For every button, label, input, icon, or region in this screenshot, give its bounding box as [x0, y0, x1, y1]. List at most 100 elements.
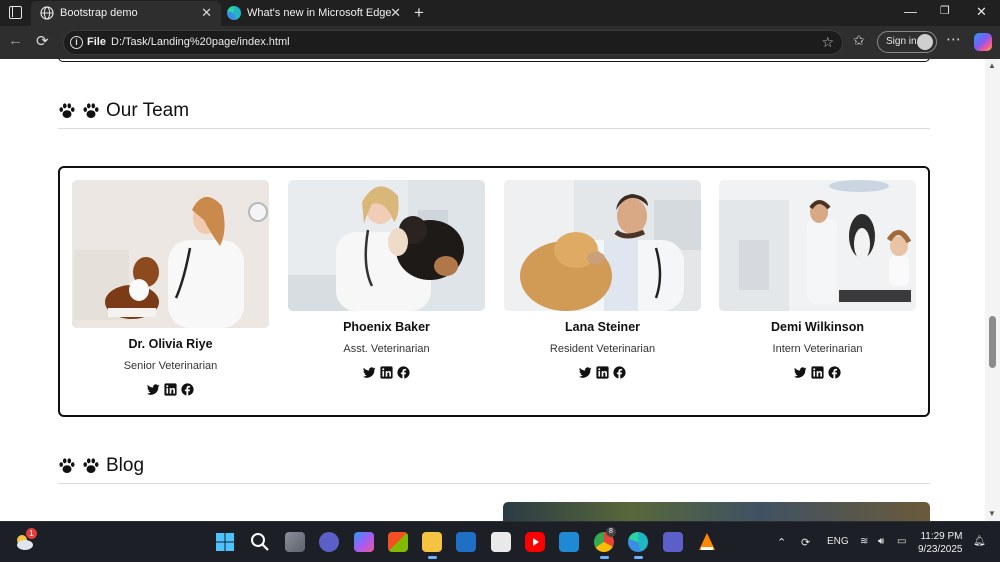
start-icon[interactable]: [215, 532, 235, 552]
globe-icon: [40, 6, 54, 20]
favorite-star-icon[interactable]: ☆: [821, 34, 834, 51]
system-clock[interactable]: 11:29 PM 9/23/2025: [918, 530, 963, 556]
member-photo: [288, 180, 485, 311]
clock-date: 9/23/2025: [918, 544, 963, 555]
windows-taskbar: 1 8 ⌃ ⟳ ENG ≋ 🔊︎ ▭ 11:29 PM 9/23/2025 🔔︎: [0, 521, 1000, 562]
task-view-icon[interactable]: [285, 532, 305, 552]
facebook-icon[interactable]: [613, 366, 626, 379]
sign-in-button[interactable]: Sign in: [877, 31, 937, 53]
browser-title-bar: Bootstrap demo ✕ What's new in Microsoft…: [0, 0, 1000, 26]
refresh-icon[interactable]: ⟳: [36, 32, 49, 50]
info-icon[interactable]: i: [70, 36, 83, 49]
blog-section-title: Blog: [58, 455, 144, 477]
store-icon[interactable]: [388, 532, 408, 552]
browser-toolbar: ← ⟳ i File D:/Task/Landing%20page/index.…: [0, 26, 1000, 59]
blog-post-image[interactable]: [503, 502, 930, 521]
address-bar[interactable]: i File D:/Task/Landing%20page/index.html…: [63, 30, 843, 55]
notification-badge: 1: [26, 528, 37, 539]
linkedin-icon[interactable]: [380, 366, 393, 379]
page-viewport: Our Team Dr. Olivia Riye Senior Veterina…: [0, 59, 985, 521]
facebook-icon[interactable]: [181, 383, 194, 396]
twitter-icon[interactable]: [579, 366, 592, 379]
team-card: Dr. Olivia Riye Senior Veterinarian: [72, 180, 269, 396]
member-role: Asst. Veterinarian: [343, 343, 430, 355]
edge-taskbar-icon[interactable]: [628, 532, 648, 559]
twitter-icon[interactable]: [147, 383, 160, 396]
tab-bootstrap-demo[interactable]: Bootstrap demo ✕: [31, 1, 221, 26]
wifi-icon[interactable]: ≋: [860, 536, 868, 547]
social-links: [72, 383, 269, 396]
meet-icon[interactable]: [319, 532, 339, 552]
linkedin-icon[interactable]: [164, 383, 177, 396]
youtube-icon[interactable]: [525, 532, 545, 552]
social-links: [719, 366, 916, 379]
vscode-icon[interactable]: [559, 532, 579, 552]
language-indicator[interactable]: ENG: [827, 536, 849, 547]
close-window-icon[interactable]: ✕: [976, 4, 987, 20]
tab-actions-icon[interactable]: [9, 6, 22, 19]
clock-time: 11:29 PM: [920, 531, 963, 542]
member-role: Senior Veterinarian: [123, 360, 218, 372]
app-icon[interactable]: [456, 532, 476, 552]
paw-icon: [83, 458, 99, 474]
edge-icon: [227, 6, 241, 20]
paw-icon: [59, 458, 75, 474]
file-explorer-icon[interactable]: [422, 532, 442, 559]
address-url[interactable]: D:/Task/Landing%20page/index.html: [111, 36, 290, 48]
scroll-down-icon[interactable]: ▼: [988, 509, 996, 518]
close-tab-icon[interactable]: ✕: [390, 5, 401, 21]
notifications-bell-icon[interactable]: 🔔︎: [973, 536, 986, 547]
paw-icon: [59, 103, 75, 119]
tray-chevron-icon[interactable]: ⌃: [777, 536, 786, 549]
more-menu-icon[interactable]: ⋯: [946, 30, 961, 48]
favorites-icon[interactable]: ✩: [853, 32, 865, 49]
member-photo: [719, 180, 916, 311]
vlc-icon[interactable]: [697, 532, 717, 552]
twitter-icon[interactable]: [794, 366, 807, 379]
member-name: Phoenix Baker: [343, 320, 430, 334]
copilot-icon[interactable]: [974, 33, 992, 51]
twitter-icon[interactable]: [363, 366, 376, 379]
tab-title: What's new in Microsoft Edge: [247, 7, 392, 19]
member-name: Lana Steiner: [564, 320, 641, 334]
team-cards-container: Dr. Olivia Riye Senior Veterinarian Phoe…: [58, 166, 930, 417]
tab-title: Bootstrap demo: [60, 7, 138, 19]
member-photo: [504, 180, 701, 311]
paw-icon: [83, 103, 99, 119]
facebook-icon[interactable]: [397, 366, 410, 379]
restore-icon[interactable]: ❐: [940, 4, 950, 17]
search-icon[interactable]: [250, 532, 270, 552]
team-card: Demi Wilkinson Intern Veterinarian: [719, 180, 916, 379]
scroll-thumb[interactable]: [989, 316, 996, 368]
volume-icon[interactable]: 🔊︎: [878, 536, 884, 547]
snipping-tool-icon[interactable]: [491, 532, 511, 552]
facebook-icon[interactable]: [828, 366, 841, 379]
new-tab-icon[interactable]: +: [414, 3, 424, 23]
blog-section-heading: Blog: [106, 455, 145, 476]
page-scrollbar[interactable]: ▲ ▼: [985, 59, 1000, 521]
avatar-icon: [917, 34, 933, 50]
linkedin-icon[interactable]: [811, 366, 824, 379]
linkedin-icon[interactable]: [596, 366, 609, 379]
copilot-taskbar-icon[interactable]: [354, 532, 374, 552]
member-photo: [72, 180, 269, 328]
address-scheme: File: [87, 36, 106, 48]
member-name: Dr. Olivia Riye: [128, 337, 213, 351]
minimize-icon[interactable]: —: [904, 4, 917, 19]
team-section-heading: Our Team: [106, 100, 190, 121]
battery-icon[interactable]: ▭: [897, 536, 906, 547]
back-icon[interactable]: ←: [8, 32, 23, 49]
team-card: Lana Steiner Resident Veterinarian: [504, 180, 701, 379]
tray-app-icon[interactable]: ⟳: [801, 536, 810, 549]
chrome-badge: 8: [606, 527, 616, 537]
previous-section-box: [58, 59, 930, 62]
social-links: [504, 366, 701, 379]
tab-whats-new-edge[interactable]: What's new in Microsoft Edge ✕: [222, 1, 410, 26]
scroll-up-icon[interactable]: ▲: [988, 61, 996, 70]
teams-icon[interactable]: [663, 532, 683, 552]
close-tab-icon[interactable]: ✕: [201, 5, 212, 21]
sign-in-label: Sign in: [886, 36, 917, 47]
member-name: Demi Wilkinson: [771, 320, 864, 334]
team-section-divider: [58, 128, 930, 129]
blog-section-divider: [58, 483, 930, 484]
